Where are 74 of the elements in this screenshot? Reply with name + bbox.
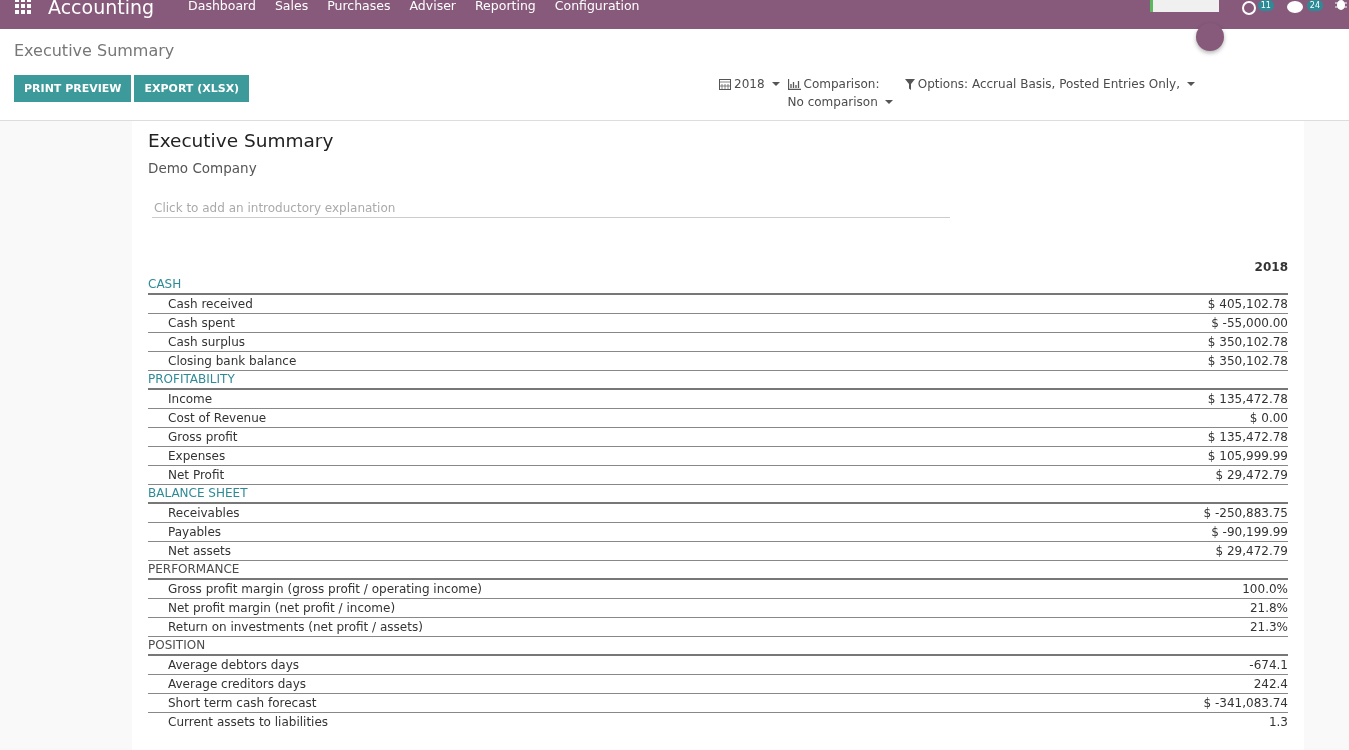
line-label: Current assets to liabilities xyxy=(168,714,329,731)
line-value: 100.0% xyxy=(1242,581,1288,598)
chat-icon[interactable] xyxy=(1285,0,1306,16)
caret-icon xyxy=(1187,82,1196,86)
line-value: -674.1 xyxy=(1249,657,1288,674)
line-label: Cost of Revenue xyxy=(168,410,267,427)
line-value: $ -250,883.75 xyxy=(1203,505,1288,522)
line-label: Return on investments (net profit / assets) xyxy=(168,619,423,636)
clock-icon[interactable] xyxy=(1240,0,1257,16)
line-value: 242.4 xyxy=(1253,676,1288,693)
line-label: Gross profit xyxy=(168,429,238,446)
line-value: 21.3% xyxy=(1249,619,1288,636)
line-value: 1.3 xyxy=(1268,714,1288,731)
app-title: Accounting xyxy=(48,0,155,20)
bug-icon[interactable] xyxy=(1335,0,1347,12)
line-value: $ 29,472.79 xyxy=(1215,467,1288,484)
section-heading[interactable]: BALANCE SHEET xyxy=(148,485,1288,504)
caret-icon xyxy=(884,100,893,104)
line-value: $ 135,472.78 xyxy=(1207,391,1288,408)
menu-item[interactable]: Dashboard xyxy=(188,0,256,14)
breadcrumb: Executive Summary xyxy=(14,41,176,62)
line-label: Net profit margin (net profit / income) xyxy=(168,600,396,617)
company-name: Demo Company xyxy=(148,159,258,177)
line-value: $ 0.00 xyxy=(1249,410,1288,427)
line-value: $ 135,472.78 xyxy=(1207,429,1288,446)
line-value: $ 405,102.78 xyxy=(1207,296,1288,313)
line-value: $ -55,000.00 xyxy=(1211,315,1288,332)
line-label: Payables xyxy=(168,524,222,541)
line-value: $ -90,199.99 xyxy=(1211,524,1288,541)
line-value: 21.8% xyxy=(1249,600,1288,617)
line-label: Short term cash forecast xyxy=(168,695,317,712)
message-count: 24 xyxy=(1306,0,1323,11)
section-heading[interactable]: PERFORMANCE xyxy=(148,561,1288,580)
bar-chart-icon xyxy=(787,78,801,90)
line-label: Net assets xyxy=(168,543,232,560)
line-label: Cash surplus xyxy=(168,334,245,351)
menu-item[interactable]: Configuration xyxy=(554,0,640,14)
line-value: $ -341,083.74 xyxy=(1203,695,1288,712)
line-label: Income xyxy=(168,391,213,408)
line-label: Cash spent xyxy=(168,315,235,332)
line-label: Net Profit xyxy=(168,467,225,484)
column-header: 2018 xyxy=(1254,260,1288,274)
period-filter[interactable]: 2018 xyxy=(719,75,780,93)
comparison-label: Comparison: xyxy=(803,76,880,93)
section-heading[interactable]: POSITION xyxy=(148,637,1288,656)
comparison-filter[interactable]: No comparison xyxy=(787,93,893,111)
drag-handle[interactable] xyxy=(1196,23,1224,51)
line-label: Average creditors days xyxy=(168,676,307,693)
calendar-icon xyxy=(719,78,731,90)
menu-item[interactable]: Purchases xyxy=(327,0,391,14)
caret-icon xyxy=(771,82,780,86)
line-label: Gross profit margin (gross profit / operating income) xyxy=(168,581,482,598)
line-label: Closing bank balance xyxy=(168,353,297,370)
line-value: $ 29,472.79 xyxy=(1215,543,1288,560)
report-title: Executive Summary xyxy=(148,129,335,153)
action-button[interactable]: PRINT PREVIEW xyxy=(14,75,132,102)
section-heading[interactable]: PROFITABILITY xyxy=(148,371,1288,390)
intro-field[interactable]: Click to add an introductory explanation xyxy=(152,199,950,218)
filter-icon xyxy=(904,78,915,90)
apps-grid-icon[interactable] xyxy=(14,0,32,15)
options-filter[interactable]: Options: Accrual Basis, Posted Entries Only, xyxy=(904,75,1196,93)
line-label: Expenses xyxy=(168,448,226,465)
section-heading[interactable]: CASH xyxy=(148,276,1288,295)
line-value: $ 350,102.78 xyxy=(1207,334,1288,351)
line-label: Average debtors days xyxy=(168,657,300,674)
menu-item[interactable]: Sales xyxy=(274,0,309,14)
action-button[interactable]: EXPORT (XLSX) xyxy=(134,75,250,102)
line-value: $ 350,102.78 xyxy=(1207,353,1288,370)
line-label: Cash received xyxy=(168,296,253,313)
line-value: $ 105,999.99 xyxy=(1207,448,1288,465)
line-label: Receivables xyxy=(168,505,240,522)
activity-count: 11 xyxy=(1257,0,1274,11)
menu-item[interactable]: Adviser xyxy=(409,0,456,14)
menu-item[interactable]: Reporting xyxy=(475,0,536,14)
